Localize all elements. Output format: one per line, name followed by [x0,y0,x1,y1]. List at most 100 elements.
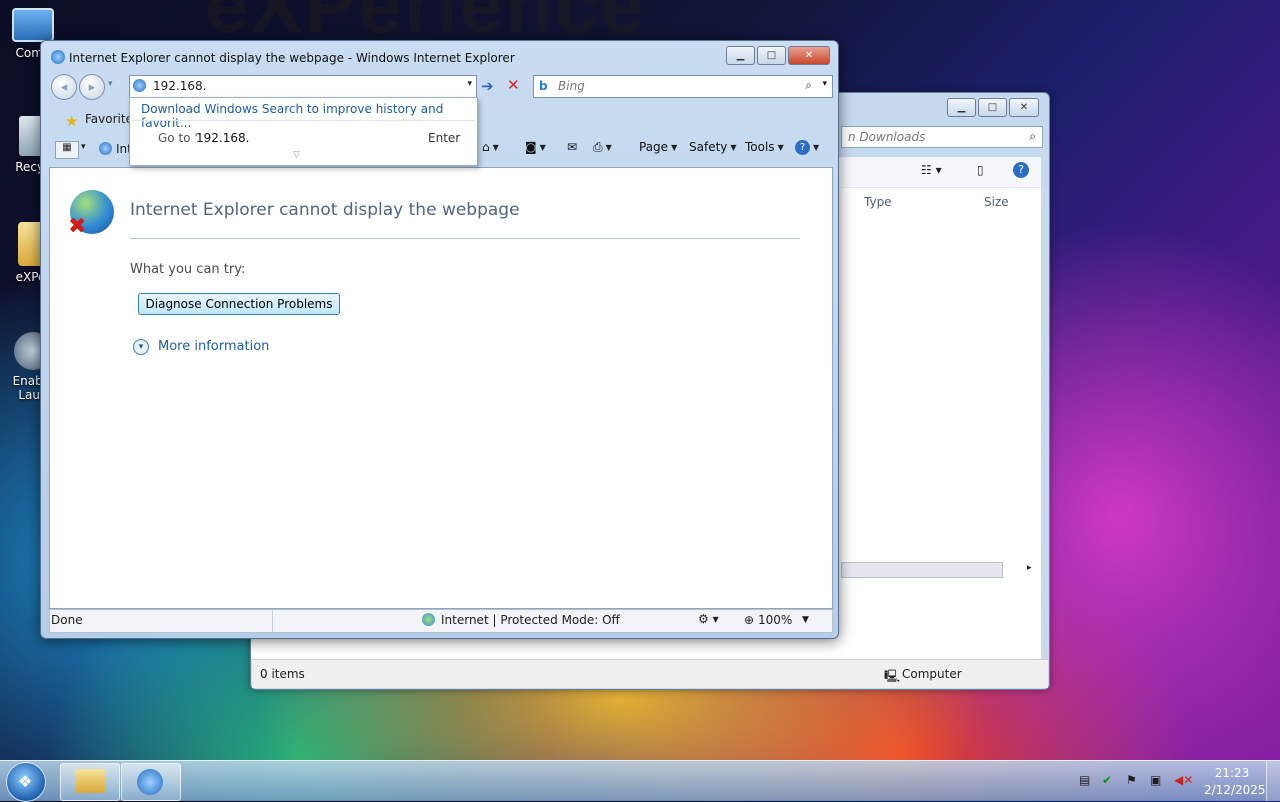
help-menu[interactable]: ? ▼ [795,140,819,155]
home-dropdown-icon[interactable]: ▼ [493,143,499,152]
autocomplete-divider [132,120,475,121]
explorer-search-box[interactable]: n Downloads ⌕ [841,126,1043,148]
favorites-button[interactable]: Favorite [85,112,133,126]
column-header-type[interactable]: Type [864,195,892,209]
quick-tabs-icon[interactable]: ▦ [55,141,79,159]
tab-page-icon [99,142,112,155]
status-divider [272,610,273,632]
help-icon[interactable]: ? [1013,162,1029,178]
feeds-button[interactable]: ◙ ▼ [525,140,546,154]
preview-pane-icon[interactable]: ▯ [977,163,984,177]
goto-suffix: ' [242,131,246,145]
popup-blocker-icon[interactable]: ⚙ ▾ [698,612,719,626]
page-menu[interactable]: Page ▼ [639,140,677,154]
stop-icon[interactable]: ✕ [507,76,520,94]
go-arrow-icon[interactable]: ➔ [481,77,494,95]
security-zone[interactable]: Internet | Protected Mode: Off [441,613,620,627]
safety-menu-label: Safety [689,140,728,154]
computer-icon [12,8,54,42]
explorer-status-bar: 0 items 🖳 Computer [252,659,1048,688]
explorer-item-count: 0 items [260,667,305,681]
forward-button[interactable]: ▸ [79,74,105,100]
scroll-right-icon[interactable]: ▸ [1027,563,1032,573]
show-desktop-button[interactable] [1266,761,1280,801]
ie-logo-icon [51,50,65,64]
read-mail-button[interactable]: ✉ [567,140,577,154]
maximize-icon: □ [766,50,777,61]
back-arrow-icon: ◂ [60,79,68,95]
folder-icon [75,769,105,793]
chevron-down-icon: ▼ [777,142,784,152]
expand-chevron-icon[interactable]: ▾ [133,339,149,355]
print-dropdown-icon[interactable]: ▼ [606,143,612,152]
ie-window[interactable]: Internet Explorer cannot display the web… [40,40,839,639]
what-you-can-try-label: What you can try: [130,262,246,277]
maximize-icon: □ [987,102,998,113]
explorer-location: Computer [902,667,962,681]
search-icon[interactable]: ⌕ [1029,129,1036,144]
page-icon [133,79,146,92]
volume-muted-icon[interactable]: ◀✕ [1174,773,1193,787]
safety-menu[interactable]: Safety ▼ [689,140,737,154]
start-button[interactable]: ❖ [6,762,46,802]
forward-arrow-icon: ▸ [88,79,96,95]
address-autocomplete[interactable]: Download Windows Search to improve histo… [129,97,478,166]
error-x-icon: ✖ [68,214,87,239]
clock-time[interactable]: 21:23 [1214,766,1250,780]
search-input[interactable]: Bing [558,79,585,93]
recent-pages-dropdown-icon[interactable]: ▾ [108,79,113,89]
address-input[interactable]: 192.168. [153,79,206,93]
close-icon: ✕ [1019,102,1029,113]
taskbar-ie-button[interactable] [121,763,181,801]
printer-icon: ⎙ [593,140,603,154]
download-windows-search-link[interactable]: Download Windows Search to improve histo… [141,102,477,130]
zoom-dropdown-icon[interactable]: ▼ [802,615,809,625]
minimize-icon: ▁ [736,50,745,61]
horizontal-scrollbar[interactable] [841,562,1003,578]
favorites-star-icon[interactable]: ★ [65,112,78,130]
bing-icon: b [539,79,548,93]
clock-date[interactable]: 2/12/2025 [1204,783,1266,797]
tools-menu[interactable]: Tools ▼ [745,140,784,154]
close-button[interactable]: ✕ [788,46,830,65]
taskbar: ❖ ▤ ✔ ⚑ ▣ ◀✕ 21:23 2/12/2025 [0,760,1280,802]
zoom-icon: ⊕ [744,613,755,627]
explorer-toolbar: ☷ ▾ ▯ ? [841,157,1041,188]
windows-logo-icon: ❖ [18,772,33,791]
maximize-button[interactable]: □ [978,98,1007,117]
search-box[interactable]: b Bing ⌕ ▾ [533,75,833,98]
expand-suggestions-icon[interactable]: ▽ [293,150,300,160]
column-header-size[interactable]: Size [984,195,1009,209]
title-divider [130,238,800,239]
action-center-flag-icon[interactable]: ⚑ [1126,773,1137,787]
search-icon[interactable]: ⌕ [805,78,812,93]
status-bar: Done Internet | Protected Mode: Off ⚙ ▾ … [49,609,833,633]
address-dropdown-icon[interactable]: ▾ [467,79,472,89]
maximize-button[interactable]: □ [757,46,786,65]
back-button[interactable]: ◂ [51,74,77,100]
close-button[interactable]: ✕ [1009,98,1039,117]
window-title: Internet Explorer cannot display the web… [69,51,515,65]
address-bar[interactable]: 192.168. ▾ [129,75,477,98]
page-menu-label: Page [639,140,669,154]
tab-list-dropdown-icon[interactable]: ▾ [81,142,86,152]
chevron-down-icon: ▼ [671,142,678,152]
minimize-button[interactable]: ▁ [726,46,755,65]
mail-icon: ✉ [567,140,578,154]
search-options-dropdown-icon[interactable]: ▾ [822,79,827,89]
view-options-icon[interactable]: ☷ ▾ [921,163,942,177]
explorer-search-input[interactable]: n Downloads [848,130,925,144]
network-icon[interactable]: ▣ [1150,773,1161,787]
goto-prefix[interactable]: Go to ' [158,131,198,145]
minimize-button[interactable]: ▁ [947,98,976,117]
taskbar-explorer-button[interactable] [60,763,120,801]
more-information-link[interactable]: More information [158,339,269,354]
notification-icon[interactable]: ▤ [1079,773,1090,787]
print-button[interactable]: ⎙ ▼ [593,140,612,155]
zoom-level[interactable]: 100% [758,613,792,627]
home-button[interactable]: ⌂ ▼ [482,140,499,154]
diagnose-button[interactable]: Diagnose Connection Problems [138,293,340,315]
close-icon: ✕ [804,50,814,61]
feeds-dropdown-icon[interactable]: ▼ [540,143,546,152]
security-check-icon[interactable]: ✔ [1102,773,1112,787]
